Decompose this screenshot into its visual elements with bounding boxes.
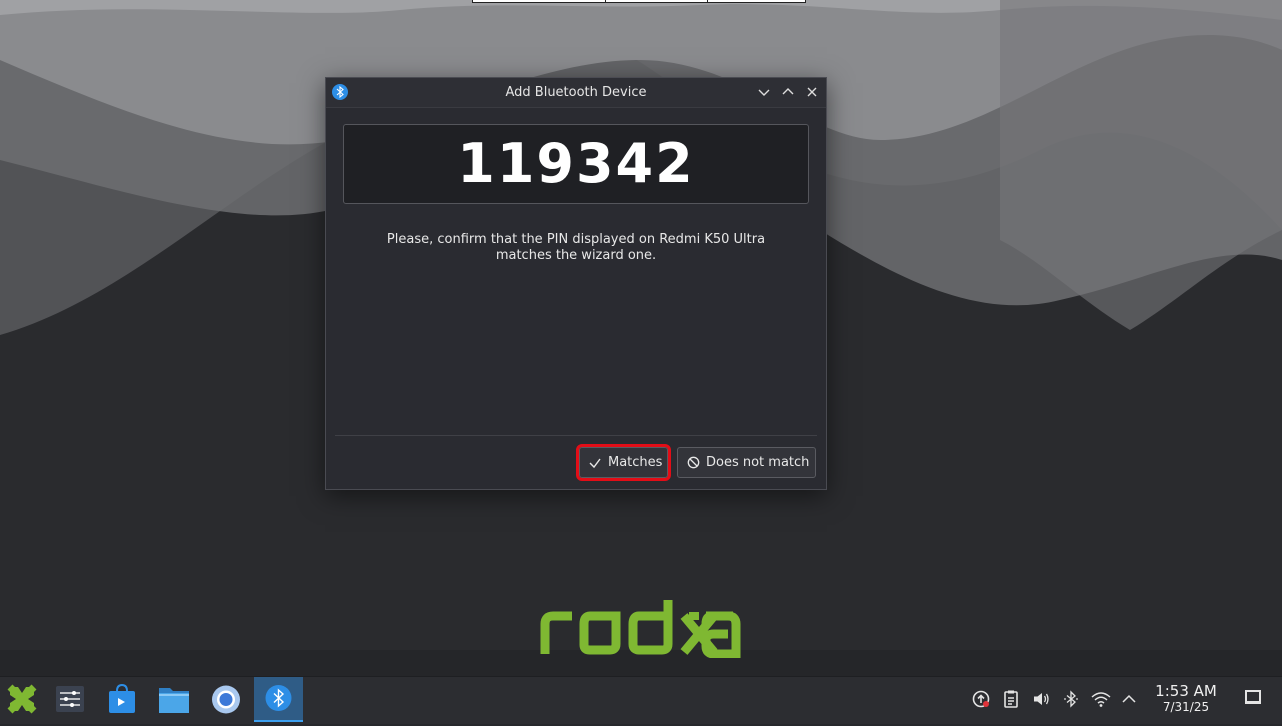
pin-code: 119342 (457, 132, 695, 195)
radxa-logo (540, 600, 741, 658)
taskbar-system-settings[interactable] (46, 677, 94, 722)
button-separator (335, 435, 817, 436)
minimize-button[interactable] (756, 84, 772, 100)
taskbar-file-manager[interactable] (150, 677, 198, 722)
discover-store-icon (109, 683, 135, 713)
checkmark-icon (589, 448, 601, 488)
dialog-titlebar[interactable]: Add Bluetooth Device (326, 78, 826, 108)
taskbar: 1:53 AM 7/31/25 (0, 676, 1282, 724)
close-icon (807, 87, 817, 97)
bluetooth-wizard-icon (265, 685, 292, 711)
clipboard-icon[interactable] (1001, 689, 1021, 709)
expand-tray-icon[interactable] (1119, 689, 1139, 709)
app-launcher-icon (7, 684, 37, 714)
matches-label: Matches (608, 455, 663, 470)
offscreen-window-edge (472, 0, 806, 3)
add-bluetooth-device-dialog: Add Bluetooth Device 119342 Please, conf… (325, 77, 827, 490)
confirmation-message: Please, confirm that the PIN displayed o… (386, 232, 766, 263)
updates-icon[interactable] (971, 689, 991, 709)
close-button[interactable] (804, 84, 820, 100)
wifi-icon[interactable] (1091, 689, 1111, 709)
app-launcher[interactable] (0, 677, 48, 722)
does-not-match-button[interactable]: Does not match (677, 447, 816, 478)
clock-time[interactable]: 1:53 AM (1148, 682, 1224, 700)
show-desktop-button[interactable] (1245, 690, 1261, 704)
cancel-icon (687, 448, 700, 488)
clock-date[interactable]: 7/31/25 (1148, 700, 1224, 714)
does-not-match-label: Does not match (706, 455, 810, 470)
matches-button[interactable]: Matches (576, 444, 671, 481)
dialog-title: Add Bluetooth Device (505, 85, 647, 100)
pin-display: 119342 (343, 124, 809, 204)
bluetooth-icon[interactable] (1061, 689, 1081, 709)
volume-icon[interactable] (1031, 689, 1051, 709)
taskbar-bluetooth-wizard[interactable] (254, 677, 303, 722)
taskbar-label-artifact (94, 719, 284, 724)
maximize-button[interactable] (780, 84, 796, 100)
chromium-icon (212, 685, 240, 714)
chevron-down-icon (758, 89, 770, 96)
taskbar-chromium[interactable] (202, 677, 250, 722)
file-manager-icon (159, 688, 189, 713)
system-settings-icon (56, 686, 84, 712)
chevron-up-icon (782, 88, 794, 95)
taskbar-discover-store[interactable] (98, 677, 146, 722)
